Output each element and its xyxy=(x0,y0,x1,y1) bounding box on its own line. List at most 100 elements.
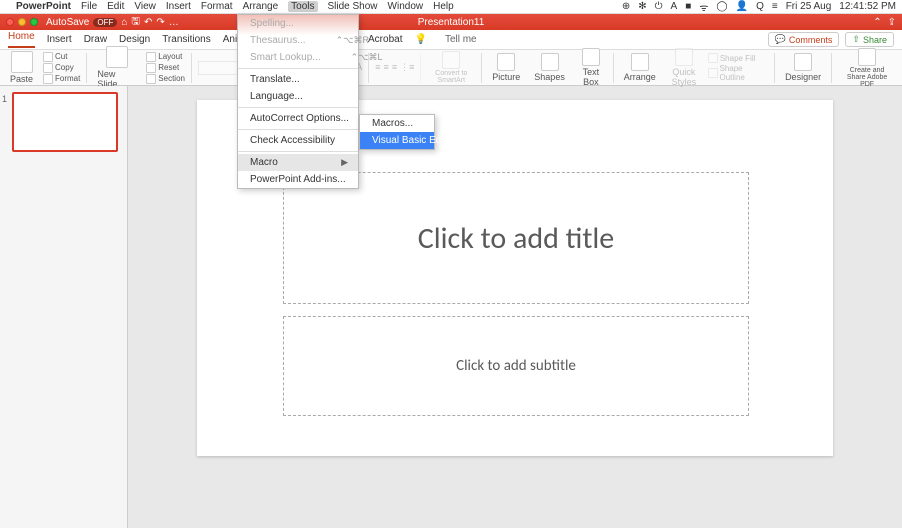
new-slide-button[interactable]: New Slide xyxy=(93,46,140,89)
section-button[interactable]: Section xyxy=(146,74,185,84)
paragraph-group: ≡≡≡⋮≡ xyxy=(375,62,414,73)
tools-addins[interactable]: PowerPoint Add-ins... xyxy=(238,171,358,188)
smartart-icon xyxy=(442,51,460,69)
status-icon[interactable]: ■ xyxy=(685,1,691,12)
textbox-button[interactable]: Text Box xyxy=(575,48,607,87)
designer-button[interactable]: Designer xyxy=(781,53,825,82)
macro-vbe[interactable]: Visual Basic Editor xyxy=(360,132,434,149)
autosave-label: AutoSave xyxy=(46,17,89,28)
comment-icon: 💬 xyxy=(775,34,786,45)
status-icon[interactable]: A xyxy=(671,1,678,12)
slide-thumbnail[interactable]: 1 xyxy=(12,92,118,152)
textbox-icon xyxy=(582,48,600,66)
quick-styles-button: Quick Styles xyxy=(666,48,702,87)
menu-slideshow[interactable]: Slide Show xyxy=(328,1,378,12)
tab-transitions[interactable]: Transitions xyxy=(162,34,211,45)
subtitle-placeholder[interactable]: Click to add subtitle xyxy=(283,316,749,416)
share-button[interactable]: ⇧Share xyxy=(845,32,894,47)
menubar-date[interactable]: Fri 25 Aug xyxy=(786,1,832,12)
status-icon[interactable]: ✻ xyxy=(638,1,646,12)
convert-smartart: Convert to SmartArt xyxy=(427,51,475,84)
window-titlebar: AutoSave OFF ⌂ 🖫 ↶ ↷ … Presentation11 ⌃ … xyxy=(0,14,902,30)
format-painter-button[interactable]: Format xyxy=(43,74,80,84)
autosave-toggle[interactable]: OFF xyxy=(93,18,117,27)
shape-fill-button: Shape Fill xyxy=(708,53,768,63)
workspace: 1 Click to add title Click to add subtit… xyxy=(0,86,902,528)
menu-tools[interactable]: Tools xyxy=(288,1,317,12)
menu-help[interactable]: Help xyxy=(433,1,454,12)
status-icon[interactable]: 👤 xyxy=(736,1,748,12)
status-icon[interactable]: ◯ xyxy=(716,1,727,12)
menu-arrange[interactable]: Arrange xyxy=(243,1,279,12)
copy-icon xyxy=(43,63,53,73)
document-title: Presentation11 xyxy=(418,17,485,28)
tell-me-bulb-icon[interactable]: 💡 xyxy=(414,34,426,45)
pdf-icon xyxy=(858,48,876,66)
traffic-lights[interactable] xyxy=(6,18,38,26)
control-center-icon[interactable]: ≡ xyxy=(772,1,778,12)
status-icon[interactable]: ⊕ xyxy=(622,1,630,12)
cut-button[interactable]: Cut xyxy=(43,52,80,62)
slide-number: 1 xyxy=(2,94,7,104)
arrange-button[interactable]: Arrange xyxy=(620,53,660,82)
menu-file[interactable]: File xyxy=(81,1,97,12)
menubar-time[interactable]: 12:41:52 PM xyxy=(839,1,896,12)
layout-icon xyxy=(146,52,156,62)
clipboard-icon xyxy=(11,51,33,73)
menu-edit[interactable]: Edit xyxy=(107,1,124,12)
arrange-icon xyxy=(631,53,649,71)
app-name[interactable]: PowerPoint xyxy=(16,1,71,12)
layout-button[interactable]: Layout xyxy=(146,52,185,62)
chevron-right-icon: ▶ xyxy=(341,157,348,168)
tab-home[interactable]: Home xyxy=(8,31,35,48)
tab-draw[interactable]: Draw xyxy=(84,34,107,45)
shapes-icon xyxy=(541,53,559,71)
tools-accessibility[interactable]: Check Accessibility xyxy=(238,132,358,149)
menu-window[interactable]: Window xyxy=(388,1,424,12)
menu-insert[interactable]: Insert xyxy=(166,1,191,12)
menu-view[interactable]: View xyxy=(134,1,156,12)
tell-me[interactable]: Tell me xyxy=(445,34,477,45)
home-icon[interactable]: ⌂ xyxy=(121,17,127,28)
tab-acrobat[interactable]: Acrobat xyxy=(368,34,402,45)
tools-smart-lookup: Smart Lookup...⌃⌥⌘L xyxy=(238,49,358,66)
wifi-icon[interactable]: ᯤ xyxy=(699,0,708,14)
section-icon xyxy=(146,74,156,84)
undo-icon[interactable]: ↶ xyxy=(144,17,152,28)
status-icon[interactable]: ⏻ xyxy=(655,1,663,12)
ribbon-toggle-icon[interactable]: ⌃ xyxy=(873,17,881,28)
reset-button[interactable]: Reset xyxy=(146,63,185,73)
picture-icon xyxy=(497,53,515,71)
paste-button[interactable]: Paste xyxy=(6,51,37,84)
tools-language[interactable]: Language... xyxy=(238,88,358,105)
tools-thesaurus: Thesaurus...⌃⌥⌘R xyxy=(238,32,358,49)
shape-outline-button: Shape Outline xyxy=(708,64,768,82)
spotlight-icon[interactable]: Q xyxy=(756,1,764,12)
tools-menu: Spelling... Thesaurus...⌃⌥⌘R Smart Looku… xyxy=(237,14,359,189)
new-slide-icon xyxy=(106,46,128,68)
adobe-pdf-button[interactable]: Create and Share Adobe PDF xyxy=(838,48,896,88)
share-icon: ⇧ xyxy=(852,34,860,45)
fill-icon xyxy=(708,53,718,63)
tools-autocorrect[interactable]: AutoCorrect Options... xyxy=(238,110,358,127)
quickstyles-icon xyxy=(675,48,693,66)
slide-thumbnail-pane[interactable]: 1 xyxy=(0,86,128,528)
comments-button[interactable]: 💬Comments xyxy=(768,32,840,47)
redo-icon[interactable]: ↷ xyxy=(156,17,164,28)
picture-button[interactable]: Picture xyxy=(488,53,524,82)
tab-design[interactable]: Design xyxy=(119,34,150,45)
tools-spelling: Spelling... xyxy=(238,15,358,32)
macro-macros[interactable]: Macros... xyxy=(360,115,434,132)
save-icon[interactable]: 🖫 xyxy=(131,14,140,31)
tools-translate[interactable]: Translate... xyxy=(238,71,358,88)
copy-button[interactable]: Copy xyxy=(43,63,80,73)
brush-icon xyxy=(43,74,53,84)
tab-insert[interactable]: Insert xyxy=(47,34,72,45)
tools-macro[interactable]: Macro▶ xyxy=(238,154,358,171)
menu-format[interactable]: Format xyxy=(201,1,233,12)
reset-icon xyxy=(146,63,156,73)
more-icon[interactable]: … xyxy=(169,17,179,28)
share-icon[interactable]: ⇪ xyxy=(888,17,896,28)
title-placeholder[interactable]: Click to add title xyxy=(283,172,749,304)
shapes-button[interactable]: Shapes xyxy=(530,53,569,82)
